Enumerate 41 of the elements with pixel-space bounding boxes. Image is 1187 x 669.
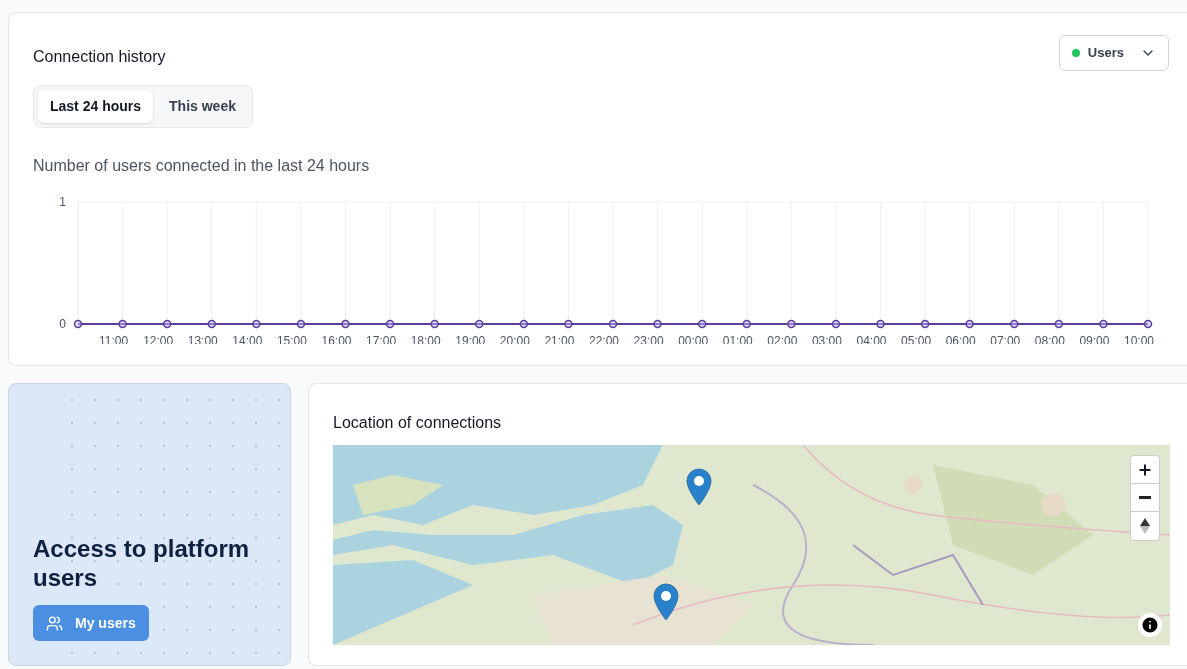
data-point <box>920 319 930 329</box>
data-point <box>653 319 662 329</box>
plus-icon <box>1137 461 1153 478</box>
data-point <box>787 319 796 329</box>
tab[interactable]: This week <box>157 90 248 123</box>
filter-dropdown[interactable]: Users <box>1058 35 1169 71</box>
data-point <box>876 319 885 329</box>
y-tick-label: 1 <box>59 195 66 209</box>
map-pin-icon[interactable] <box>653 583 679 621</box>
data-point <box>519 319 529 329</box>
data-point <box>965 319 974 329</box>
data-point <box>742 319 751 329</box>
minus-icon <box>1139 496 1151 499</box>
compass-icon <box>1139 517 1151 535</box>
data-point <box>118 319 127 329</box>
data-point <box>608 319 618 329</box>
data-point <box>697 319 707 329</box>
data-point <box>1054 319 1064 329</box>
tab[interactable]: Last 24 hours <box>38 90 154 123</box>
chart-title: Number of users connected in the last 24 hours <box>33 156 371 176</box>
data-point <box>1010 319 1019 329</box>
data-point <box>296 319 306 329</box>
map-pin-icon[interactable] <box>686 468 712 506</box>
promo-heading: Access to platform users <box>33 534 251 592</box>
card-title: Location of connections <box>333 413 503 433</box>
data-point <box>1099 319 1108 329</box>
data-point <box>1143 319 1153 329</box>
card-title: Connection history <box>33 47 166 67</box>
data-point <box>73 319 83 329</box>
data-point <box>207 319 216 329</box>
data-point <box>162 319 172 329</box>
data-point <box>475 319 484 329</box>
info-icon <box>1140 615 1160 635</box>
users-icon <box>46 614 63 632</box>
data-point <box>341 319 350 329</box>
data-point <box>831 319 841 329</box>
data-point <box>252 319 261 329</box>
data-point <box>564 319 573 329</box>
data-point <box>385 319 395 329</box>
y-tick-label: 0 <box>59 317 66 331</box>
data-point <box>430 319 439 329</box>
